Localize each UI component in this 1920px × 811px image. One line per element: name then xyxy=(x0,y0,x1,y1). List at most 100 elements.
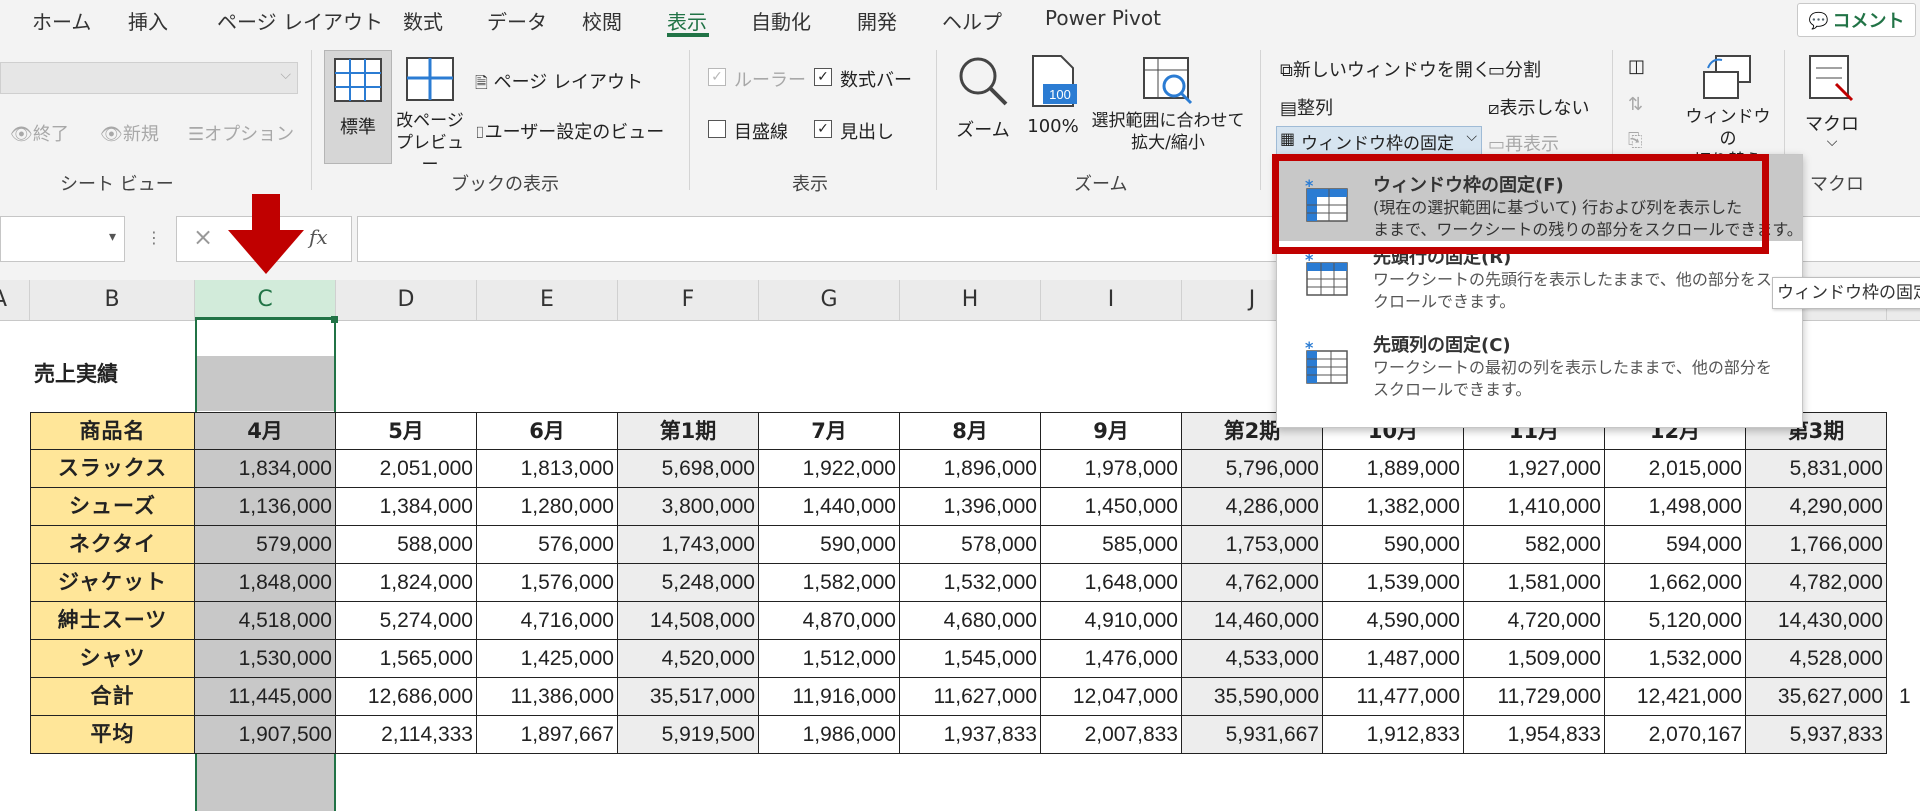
table-cell[interactable]: 14,460,000 xyxy=(1182,602,1323,640)
selection-handle[interactable] xyxy=(331,316,338,323)
table-cell[interactable]: 2,051,000 xyxy=(336,450,477,488)
table-cell[interactable]: 1,498,000 xyxy=(1605,488,1746,526)
column-header-b[interactable]: B xyxy=(30,280,195,320)
table-cell[interactable]: 5,248,000 xyxy=(618,564,759,602)
row-label-cell[interactable]: シャツ xyxy=(30,640,195,678)
tab-9[interactable]: ヘルプ xyxy=(942,6,1002,35)
new-window-button[interactable]: ⧉新しいウィンドウを開く xyxy=(1280,56,1491,82)
table-cell[interactable]: 1,834,000 xyxy=(195,450,336,488)
table-cell[interactable]: 1,532,000 xyxy=(1605,640,1746,678)
table-cell[interactable]: 1,582,000 xyxy=(759,564,900,602)
table-cell[interactable]: 1,530,000 xyxy=(195,640,336,678)
row-label-cell[interactable]: ネクタイ xyxy=(30,526,195,564)
table-cell[interactable]: 582,000 xyxy=(1464,526,1605,564)
table-cell[interactable]: 578,000 xyxy=(900,526,1041,564)
table-cell[interactable]: 1,396,000 xyxy=(900,488,1041,526)
table-cell[interactable]: 590,000 xyxy=(1323,526,1464,564)
tab-10[interactable]: Power Pivot xyxy=(1045,6,1161,30)
table-cell[interactable]: 1,927,000 xyxy=(1464,450,1605,488)
table-cell[interactable]: 35,517,000 xyxy=(618,678,759,716)
sheet-view-dropdown[interactable]: ⌵ xyxy=(0,62,298,94)
table-cell[interactable]: 4,533,000 xyxy=(1182,640,1323,678)
table-cell[interactable]: 1,136,000 xyxy=(195,488,336,526)
table-cell[interactable]: 2,070,167 xyxy=(1605,716,1746,754)
tab-6[interactable]: 表示 xyxy=(667,6,707,35)
name-box[interactable]: ▾ xyxy=(0,216,125,262)
table-cell[interactable]: 5,831,000 xyxy=(1746,450,1887,488)
row-label-cell[interactable]: スラックス xyxy=(30,450,195,488)
table-header-cell[interactable]: 4月 xyxy=(195,412,336,450)
sheetview-exit-button[interactable]: 👁終了 xyxy=(10,120,69,146)
tab-0[interactable]: ホーム xyxy=(32,6,91,35)
table-cell[interactable]: 1,848,000 xyxy=(195,564,336,602)
tab-1[interactable]: 挿入 xyxy=(128,6,168,35)
view-side-by-side-button[interactable]: ◫ xyxy=(1628,56,1645,77)
split-button[interactable]: ▭分割 xyxy=(1488,56,1541,82)
sheetview-options-button[interactable]: ☰オプション xyxy=(188,120,294,146)
table-cell[interactable]: 579,000 xyxy=(195,526,336,564)
table-cell[interactable]: 1,512,000 xyxy=(759,640,900,678)
table-cell[interactable]: 1,532,000 xyxy=(900,564,1041,602)
insert-function-icon[interactable]: fx xyxy=(309,225,328,249)
table-cell[interactable]: 1,565,000 xyxy=(336,640,477,678)
column-header-a[interactable]: A xyxy=(0,280,30,320)
table-cell[interactable]: 1,978,000 xyxy=(1041,450,1182,488)
headings-checkbox[interactable]: ✓ xyxy=(814,120,832,138)
row-label-cell[interactable]: 紳士スーツ xyxy=(30,602,195,640)
table-cell[interactable]: 1,753,000 xyxy=(1182,526,1323,564)
menu-item-freeze-top-row[interactable]: * 先頭行の固定(R) ワークシートの先頭行を表示したままで、他の部分をス クロ… xyxy=(1277,241,1802,331)
row-label-cell[interactable]: シューズ xyxy=(30,488,195,526)
table-cell[interactable]: 11,916,000 xyxy=(759,678,900,716)
row-label-cell[interactable]: ジャケット xyxy=(30,564,195,602)
row-label-cell[interactable]: 平均 xyxy=(30,716,195,754)
table-cell[interactable]: 2,114,333 xyxy=(336,716,477,754)
table-cell[interactable]: 5,919,500 xyxy=(618,716,759,754)
reset-position-button[interactable]: ⎘ xyxy=(1628,130,1642,151)
custom-views-button[interactable]: ⌷ユーザー設定のビュー xyxy=(475,118,664,144)
table-header-cell[interactable]: 5月 xyxy=(336,412,477,450)
table-cell[interactable]: 1,581,000 xyxy=(1464,564,1605,602)
normal-view-button[interactable]: 標準 xyxy=(324,50,392,164)
sheet-title[interactable]: 売上実績 xyxy=(30,356,195,396)
table-cell[interactable]: 4,680,000 xyxy=(900,602,1041,640)
ruler-checkbox[interactable]: ✓ xyxy=(708,68,726,86)
table-cell[interactable]: 576,000 xyxy=(477,526,618,564)
table-cell[interactable]: 1,896,000 xyxy=(900,450,1041,488)
table-cell[interactable]: 3,800,000 xyxy=(618,488,759,526)
table-cell[interactable]: 5,931,667 xyxy=(1182,716,1323,754)
table-cell[interactable]: 1,384,000 xyxy=(336,488,477,526)
table-cell[interactable]: 4,782,000 xyxy=(1746,564,1887,602)
table-cell[interactable]: 4,520,000 xyxy=(618,640,759,678)
table-cell[interactable]: 1,509,000 xyxy=(1464,640,1605,678)
switch-windows-button[interactable]: ウィンドウの 切り替え xyxy=(1680,50,1776,171)
sheetview-new-button[interactable]: 👁新規 xyxy=(100,120,159,146)
table-cell[interactable]: 1,824,000 xyxy=(336,564,477,602)
table-cell[interactable]: 590,000 xyxy=(759,526,900,564)
table-cell[interactable]: 11,477,000 xyxy=(1323,678,1464,716)
table-cell[interactable]: 1,922,000 xyxy=(759,450,900,488)
table-cell[interactable]: 1,440,000 xyxy=(759,488,900,526)
table-cell[interactable]: 4,286,000 xyxy=(1182,488,1323,526)
column-header-f[interactable]: F xyxy=(618,280,759,320)
column-header-i[interactable]: I xyxy=(1041,280,1182,320)
table-cell[interactable]: 5,274,000 xyxy=(336,602,477,640)
tab-2[interactable]: ページ レイアウト xyxy=(217,6,383,35)
column-header-e[interactable]: E xyxy=(477,280,618,320)
table-cell[interactable]: 1,545,000 xyxy=(900,640,1041,678)
table-cell[interactable]: 1,487,000 xyxy=(1323,640,1464,678)
table-cell[interactable]: 1,889,000 xyxy=(1323,450,1464,488)
table-cell[interactable]: 1,937,833 xyxy=(900,716,1041,754)
page-break-preview-button[interactable]: 改ページ プレビュー xyxy=(393,50,467,175)
tab-4[interactable]: データ xyxy=(487,6,547,35)
table-cell[interactable]: 1,912,833 xyxy=(1323,716,1464,754)
menu-item-freeze-first-column[interactable]: * 先頭列の固定(C) ワークシートの最初の列を表示したままで、他の部分を スク… xyxy=(1277,331,1802,421)
zoom-button[interactable]: ズーム xyxy=(950,50,1016,150)
cancel-icon[interactable]: × xyxy=(193,223,213,251)
table-cell[interactable]: 1,476,000 xyxy=(1041,640,1182,678)
zoom-to-selection-button[interactable]: 選択範囲に合わせて 拡大/縮小 xyxy=(1088,50,1248,160)
table-cell[interactable]: 585,000 xyxy=(1041,526,1182,564)
column-header-d[interactable]: D xyxy=(336,280,477,320)
table-cell[interactable]: 1,986,000 xyxy=(759,716,900,754)
tab-8[interactable]: 開発 xyxy=(857,6,897,35)
table-header-cell[interactable]: 7月 xyxy=(759,412,900,450)
